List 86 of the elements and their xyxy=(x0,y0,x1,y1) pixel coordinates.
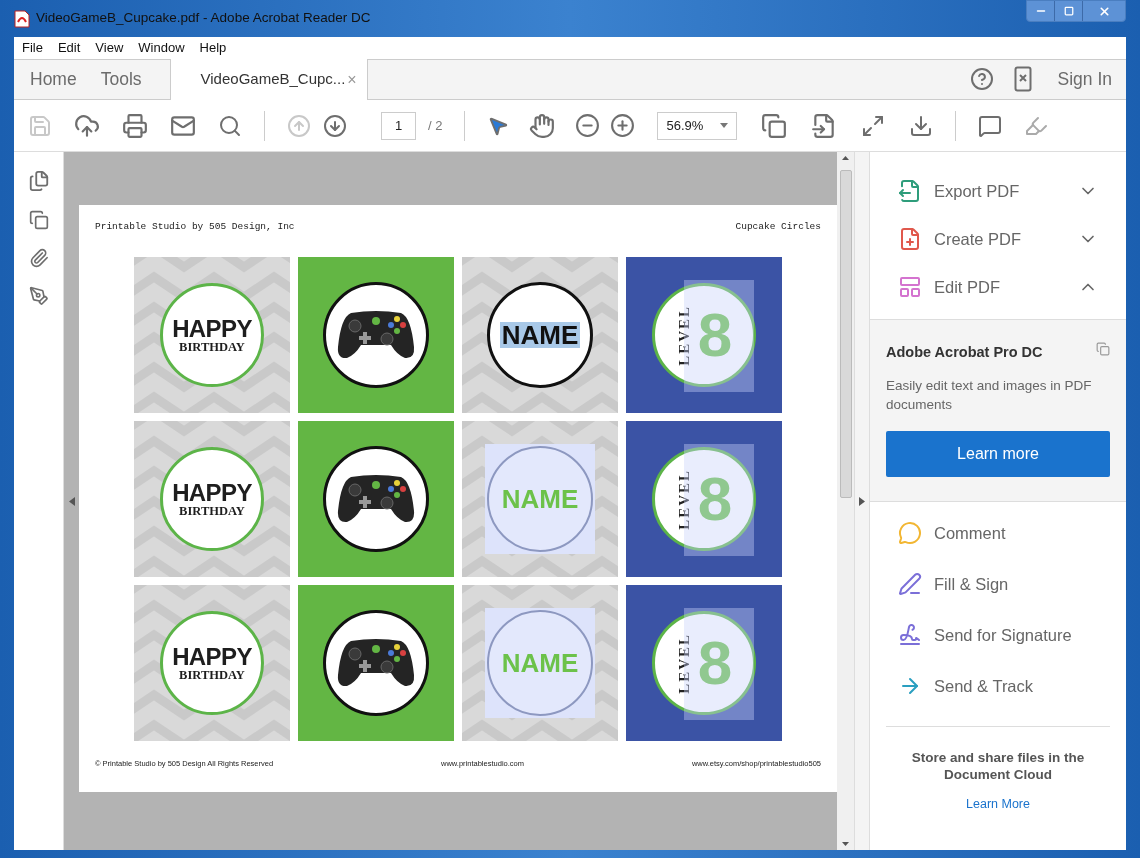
full-screen-button[interactable] xyxy=(861,113,886,138)
tool-label: Send for Signature xyxy=(934,624,1072,646)
zoom-dropdown[interactable]: 56.9% xyxy=(657,111,738,140)
tag-text: BIRTHDAY xyxy=(179,669,245,682)
cloud-copy-button[interactable] xyxy=(1096,342,1110,356)
page-header-text: Printable Studio by 505 Design, Inc xyxy=(95,220,295,234)
scroll-down-icon xyxy=(842,842,849,846)
scrollbar-thumb[interactable] xyxy=(839,170,852,498)
comment-button[interactable] xyxy=(978,113,1003,138)
pdf-file-icon xyxy=(14,9,30,28)
close-icon xyxy=(1097,4,1111,18)
tool-item[interactable]: Create PDF xyxy=(870,215,1126,263)
scroll-mode-button[interactable] xyxy=(909,113,934,138)
level-number: 8 xyxy=(697,468,733,531)
tool-label: Fill & Sign xyxy=(934,573,1009,595)
menu-item[interactable]: File xyxy=(22,38,43,58)
document-tab[interactable]: VideoGameB_Cupc...× xyxy=(169,59,368,100)
name-text: NAME xyxy=(500,650,580,677)
tab-title: VideoGameB_Cupc... xyxy=(200,69,346,90)
signatures-button[interactable] xyxy=(28,286,49,306)
menu-item[interactable]: Edit xyxy=(57,38,81,58)
tag-text: HAPPY xyxy=(172,645,252,669)
pages-panel-button[interactable] xyxy=(27,170,50,192)
window-title: VideoGameB_Cupcake.pdf - Adobe Acrobat Reader DC xyxy=(36,9,371,28)
tag-text: HAPPY xyxy=(172,481,252,505)
level-text: LEVEL xyxy=(675,632,692,694)
nav-tab[interactable]: Tools xyxy=(100,59,148,99)
next-page-button[interactable] xyxy=(323,113,347,138)
help-button[interactable] xyxy=(969,67,994,91)
caret-icon xyxy=(720,123,729,128)
menu-item[interactable]: Window xyxy=(138,38,185,58)
signature-icon xyxy=(898,623,922,648)
promo-title: Adobe Acrobat Pro DC xyxy=(886,343,1043,362)
page-number-field[interactable]: 1 xyxy=(381,111,416,140)
print-button[interactable] xyxy=(122,112,148,139)
pen-icon xyxy=(898,572,922,597)
collapse-left-icon xyxy=(68,496,75,506)
tool-item[interactable]: Comment xyxy=(870,507,1126,559)
tag-text: BIRTHDAY xyxy=(179,341,245,354)
tag-text: HAPPY xyxy=(172,317,252,341)
level-number: 8 xyxy=(697,304,733,367)
hand-tool-button[interactable] xyxy=(529,112,556,139)
tool-item[interactable]: Edit PDF xyxy=(870,263,1126,311)
level-text: LEVEL xyxy=(675,304,692,366)
tool-label: Comment xyxy=(934,522,1006,544)
zoom-out-button[interactable] xyxy=(575,113,601,138)
level-number: 8 xyxy=(697,632,733,695)
tag-text: BIRTHDAY xyxy=(179,505,245,518)
upload-button[interactable] xyxy=(74,112,100,139)
promo-text: Easily edit text and images in PDF documents xyxy=(886,376,1093,414)
tool-item[interactable]: Send for Signature xyxy=(870,609,1126,661)
phone-icon xyxy=(1013,66,1032,92)
fit-width-button[interactable] xyxy=(761,112,788,139)
expand-right-icon xyxy=(859,496,865,506)
file-export-icon xyxy=(898,179,922,203)
attachments-button[interactable] xyxy=(28,248,49,268)
speech-bubble-icon xyxy=(898,521,922,546)
nav-tab[interactable]: Home xyxy=(14,59,101,99)
search-button[interactable] xyxy=(218,113,242,138)
page-count: / 2 xyxy=(428,116,443,135)
tool-item[interactable]: Fill & Sign xyxy=(870,558,1126,610)
menu-item[interactable]: Help xyxy=(199,38,227,58)
tool-item[interactable]: Send & Track xyxy=(870,660,1126,712)
menu-item[interactable]: View xyxy=(95,38,124,58)
scroll-up-icon xyxy=(842,156,849,160)
vertical-scrollbar[interactable] xyxy=(837,152,854,850)
layout-icon xyxy=(898,275,922,299)
zoom-value: 56.9% xyxy=(666,116,704,135)
name-text: NAME xyxy=(500,486,580,513)
zoom-in-button[interactable] xyxy=(610,113,636,138)
maximize-icon xyxy=(1063,6,1074,16)
tool-item[interactable]: Export PDF xyxy=(870,167,1126,215)
tool-label: Create PDF xyxy=(934,228,1022,250)
cloud-promo-text: Store and share files in the Document Cloud xyxy=(910,748,1086,783)
learn-more-button[interactable]: Learn more xyxy=(886,430,1110,477)
tool-label: Send & Track xyxy=(934,675,1034,697)
copy-panel-button[interactable] xyxy=(28,210,49,230)
tool-label: Export PDF xyxy=(934,180,1020,202)
tool-label: Edit PDF xyxy=(934,276,1001,298)
page-header-text: Cupcake Circles xyxy=(735,220,821,234)
mobile-link-button[interactable] xyxy=(1013,66,1032,92)
name-text: NAME xyxy=(499,322,581,349)
learn-more-link[interactable]: Learn More xyxy=(966,794,1030,814)
sign-in-link[interactable]: Sign In xyxy=(1057,65,1112,93)
level-text: LEVEL xyxy=(675,468,692,530)
file-plus-icon xyxy=(898,227,922,251)
